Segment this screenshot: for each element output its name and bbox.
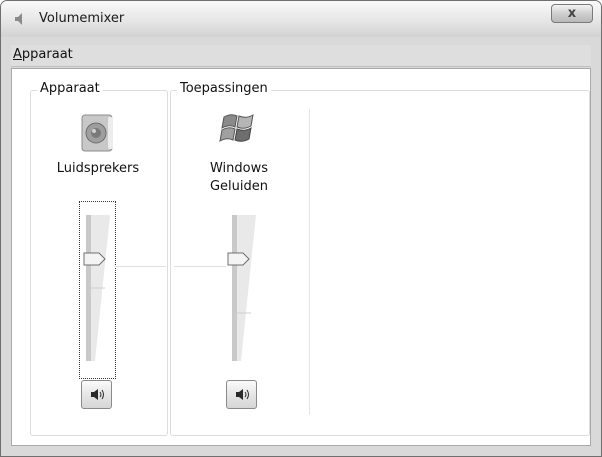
speaker-icon <box>81 114 113 152</box>
device-peak-line <box>114 266 166 267</box>
app-volume-ramp <box>237 215 256 361</box>
menu-item-apparaat[interactable]: Apparaat <box>13 47 73 62</box>
menu-bar: Apparaat <box>11 45 591 67</box>
device-name: Luidsprekers <box>56 161 140 176</box>
app-volume-thumb[interactable] <box>227 252 251 266</box>
speaker-title-icon <box>15 13 22 25</box>
close-button[interactable]: x <box>551 4 593 23</box>
app-name-line2: Geluiden <box>209 179 269 194</box>
device-group-label: Apparaat <box>37 81 103 96</box>
device-volume-thumb[interactable] <box>83 252 107 266</box>
app-name-line1: Windows <box>209 161 269 176</box>
app-mute-button[interactable] <box>226 380 257 409</box>
windows-logo-icon <box>219 114 254 142</box>
speaker-mute-icon <box>91 389 104 400</box>
volume-mixer-window: Volumemixer x Apparaat Apparaat Luidspre… <box>0 0 602 457</box>
device-mute-button[interactable] <box>81 380 112 409</box>
title-bar[interactable]: Volumemixer x <box>1 1 601 37</box>
app-column-separator <box>309 109 310 415</box>
mixer-area: Apparaat Luidsprekers Toepassingen Windo… <box>11 68 591 446</box>
app-peak-line <box>174 266 226 267</box>
speaker-mute-icon <box>236 389 249 400</box>
app-name: Windows Geluiden <box>180 160 298 196</box>
close-icon: x <box>567 6 577 21</box>
applications-group-label: Toepassingen <box>177 81 271 96</box>
device-volume-ramp <box>91 215 110 361</box>
window-title: Volumemixer <box>39 11 125 26</box>
